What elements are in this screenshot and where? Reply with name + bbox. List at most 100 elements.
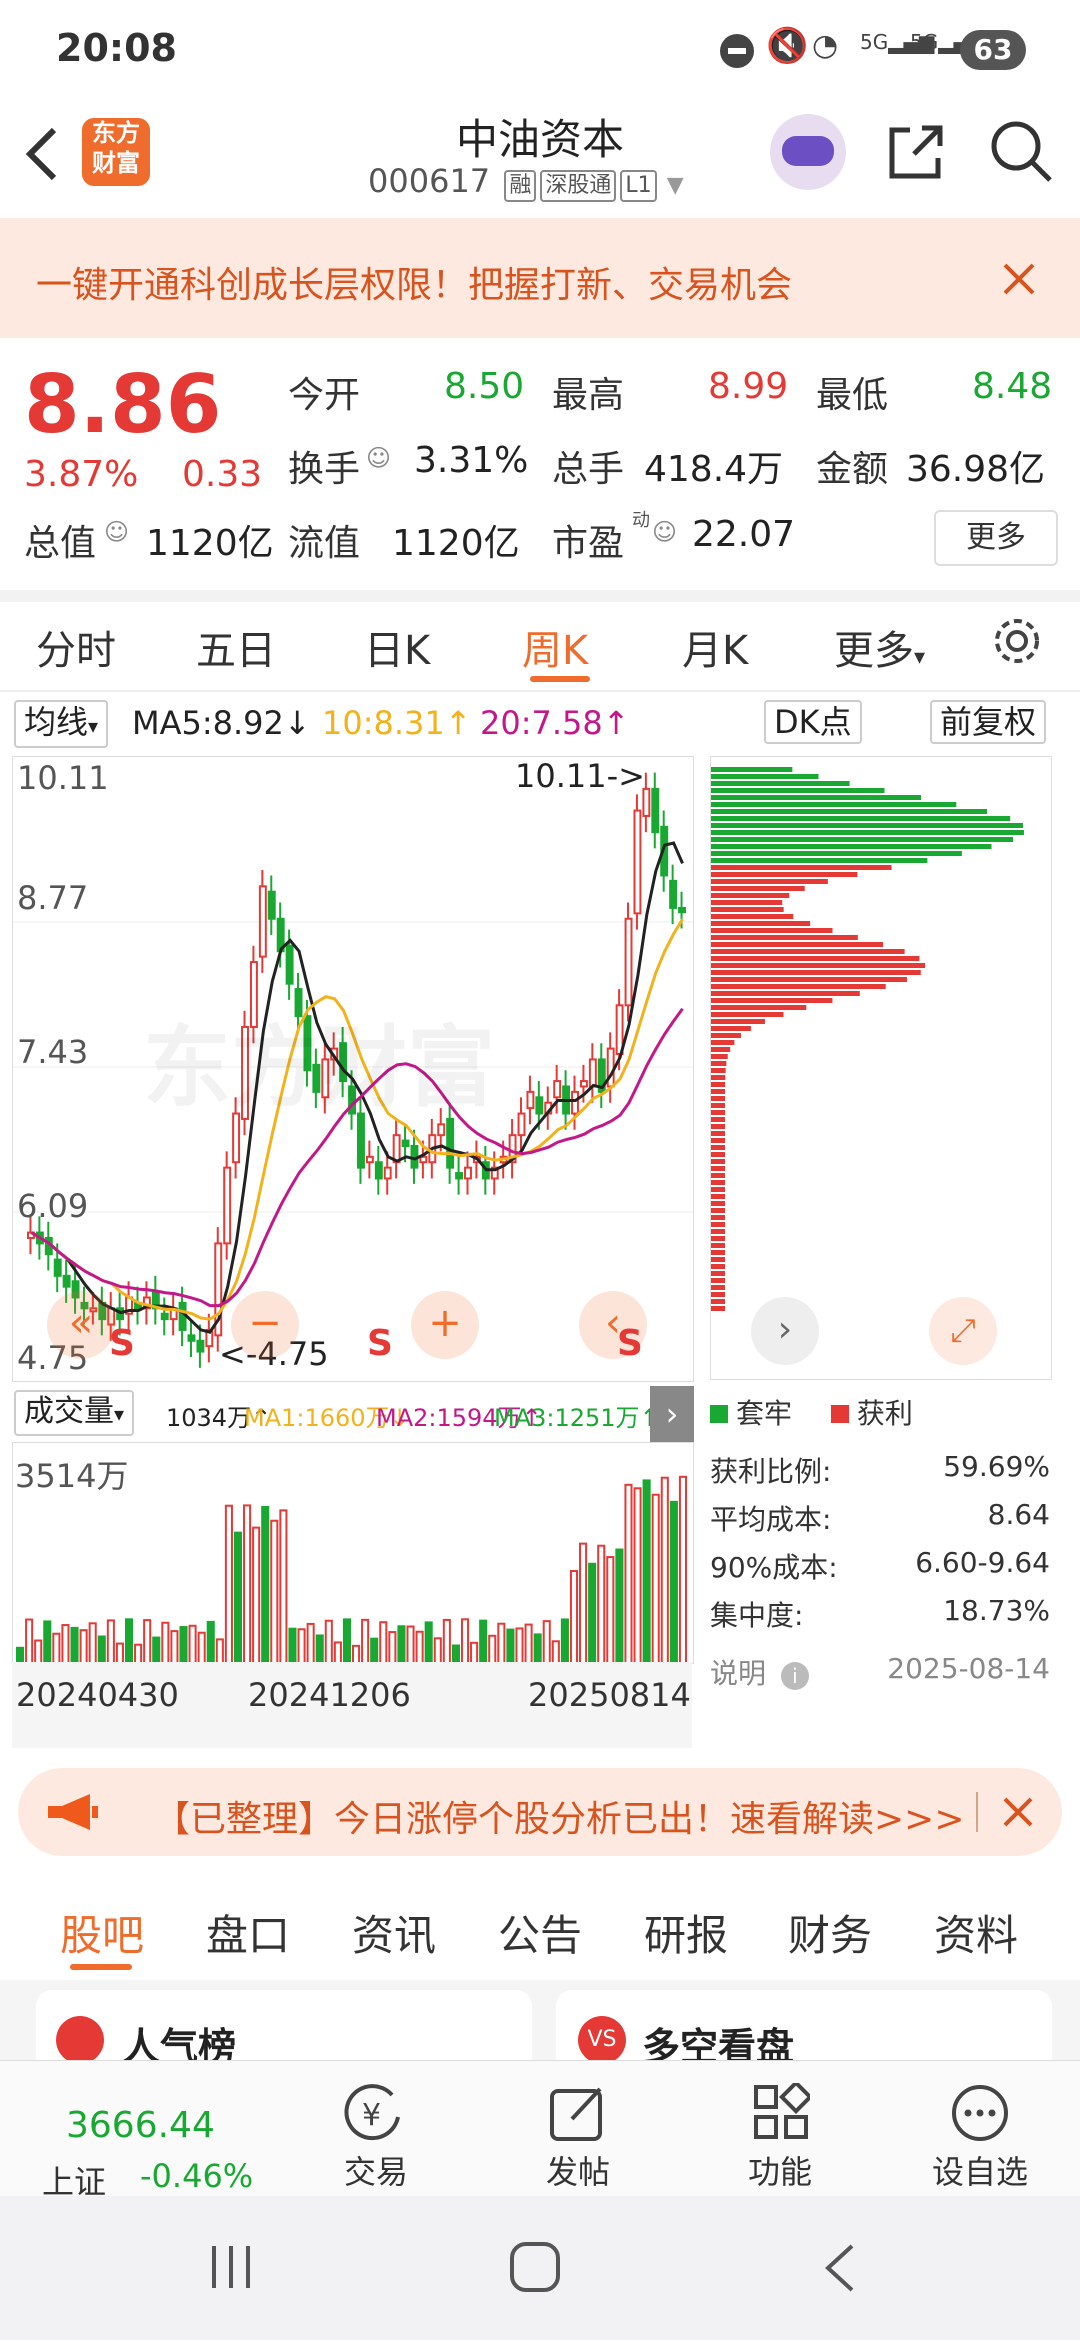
volume-bar <box>43 1620 52 1663</box>
pe-value: 22.07 <box>692 514 796 555</box>
volume-bar <box>379 1621 388 1663</box>
expand-right-icon[interactable]: › <box>650 1386 694 1442</box>
tag-margin: 融 <box>504 170 537 202</box>
volume-bar <box>606 1556 615 1663</box>
volume-bar <box>551 1640 560 1663</box>
more-quote-button[interactable]: 更多 <box>934 510 1058 566</box>
candle <box>446 1117 455 1169</box>
tab-news[interactable]: 资讯 <box>352 1902 436 1963</box>
more-dots-icon <box>952 2085 1008 2141</box>
tab-daily-k[interactable]: 日K <box>364 618 430 676</box>
volume-bar <box>243 1504 252 1663</box>
chip-bar <box>711 1236 725 1241</box>
bull-bear-card[interactable]: VS 多空看盘 <box>556 1990 1052 2060</box>
chip-bar <box>711 1026 751 1031</box>
close-icon[interactable] <box>1002 262 1036 296</box>
stock-code-row[interactable]: 000617 融深股通 L1 ▼ <box>368 162 684 202</box>
home-icon[interactable] <box>508 2240 562 2294</box>
candle <box>624 917 633 1007</box>
volume-bar <box>488 1634 497 1663</box>
chip-bar <box>711 1208 725 1213</box>
candle <box>678 906 686 914</box>
info-icon[interactable]: ☺ <box>366 444 391 472</box>
volume-chart[interactable]: 3514万 <box>12 1442 694 1664</box>
index-change: -0.46% <box>140 2157 254 2195</box>
tab-monthly-k[interactable]: 月K <box>682 618 748 676</box>
tab-weekly-k[interactable]: 周K <box>522 618 588 676</box>
zoom-in-icon[interactable]: + <box>411 1291 479 1359</box>
scroll-left-icon[interactable]: « <box>47 1291 115 1359</box>
info-icon: i <box>780 1662 809 1690</box>
chip-bar <box>711 1292 725 1297</box>
indicator-selector[interactable]: 均线▾ <box>14 700 109 748</box>
tab-profile[interactable]: 资料 <box>934 1902 1018 1963</box>
volume-bar <box>97 1635 106 1663</box>
candle <box>535 1096 544 1115</box>
grid-icon <box>754 2083 810 2139</box>
tab-finance[interactable]: 财务 <box>788 1902 872 1963</box>
tab-intraday[interactable]: 分时 <box>36 618 116 676</box>
low-value: 8.48 <box>972 366 1053 407</box>
promo-notice[interactable]: 【已整理】今日涨停个股分析已出！速看解读>>> <box>18 1768 1062 1856</box>
recent-apps-icon[interactable] <box>206 2242 256 2292</box>
volume-bar <box>352 1644 361 1663</box>
index-ticker[interactable]: 3666.44 上证 -0.46% <box>24 2081 284 2201</box>
chip-bar <box>711 893 790 898</box>
date-label: 20250814 <box>528 1676 691 1714</box>
volume-selector[interactable]: 成交量▾ <box>14 1390 135 1436</box>
settings-gear-icon[interactable] <box>990 614 1044 668</box>
mktcap-label: 总值 <box>24 523 97 564</box>
low-label: 最低 <box>816 375 889 416</box>
volume-bar <box>433 1637 442 1663</box>
chip-note-row[interactable]: 说明 i 2025-08-14 <box>710 1652 1050 1692</box>
chip-bar <box>711 984 886 989</box>
chip-distribution-chart[interactable]: › ⤢ <box>710 756 1052 1380</box>
tab-more[interactable]: 更多▾ <box>834 618 925 676</box>
back-nav-icon[interactable] <box>820 2242 860 2294</box>
volume-bar <box>542 1620 551 1663</box>
tab-guba[interactable]: 股吧 <box>60 1902 144 1963</box>
chip-bar <box>711 1068 726 1073</box>
candle <box>588 1058 597 1088</box>
tab-pankou[interactable]: 盘口 <box>206 1902 290 1963</box>
info-icon[interactable]: ☺ <box>104 518 129 546</box>
status-bar: 20:08 🔇 ◔ 5G▂▄▆ 5G▂▄▆ 63 <box>0 0 1080 100</box>
candle <box>419 1155 428 1164</box>
volume-bar <box>25 1618 34 1663</box>
volume-bar <box>424 1621 433 1663</box>
chip-bar <box>711 1299 725 1304</box>
volume-bar <box>442 1618 451 1663</box>
pe-dynamic-mark: 动 <box>632 510 650 531</box>
dnd-icon <box>720 34 754 68</box>
candle <box>285 944 294 985</box>
volume-label: 总手 <box>552 449 625 490</box>
zoom-out-icon[interactable]: − <box>231 1291 299 1359</box>
dk-point-button[interactable]: DK点 <box>764 700 862 744</box>
robot-assistant-icon[interactable] <box>770 114 846 190</box>
search-icon[interactable] <box>988 118 1054 184</box>
price-adjust-button[interactable]: 前复权 <box>930 700 1047 744</box>
tab-five-day[interactable]: 五日 <box>196 618 276 676</box>
popularity-card[interactable]: 人气榜 <box>36 1990 532 2060</box>
tab-research[interactable]: 研报 <box>644 1902 728 1963</box>
tab-announcements[interactable]: 公告 <box>498 1902 582 1963</box>
chip-bar <box>711 1194 725 1199</box>
close-icon[interactable] <box>1002 1796 1034 1828</box>
chevron-right-icon[interactable]: › <box>751 1297 819 1365</box>
chip-bar <box>711 1047 731 1052</box>
promo-text: 【已整理】今日涨停个股分析已出！速看解读>>> <box>154 1799 965 1840</box>
volume-bar <box>106 1619 115 1663</box>
volume-bar <box>115 1642 124 1663</box>
info-icon[interactable]: ☺ <box>652 518 677 546</box>
active-tab-indicator <box>70 1964 132 1970</box>
promo-banner[interactable]: 一键开通科创成长层权限！把握打新、交易机会 <box>0 218 1080 338</box>
chip-bar <box>711 767 793 772</box>
volume-bar <box>197 1631 206 1663</box>
max-price-note: 10.11-> <box>515 757 645 795</box>
candle <box>553 1080 562 1099</box>
candle <box>267 890 276 920</box>
share-icon[interactable] <box>884 120 948 184</box>
volume-bar <box>406 1625 415 1663</box>
expand-icon[interactable]: ⤢ <box>929 1297 997 1365</box>
kline-chart[interactable]: 东方财富 10.11 8.77 7.43 6.09 4.75 10.11-> <… <box>12 756 694 1382</box>
